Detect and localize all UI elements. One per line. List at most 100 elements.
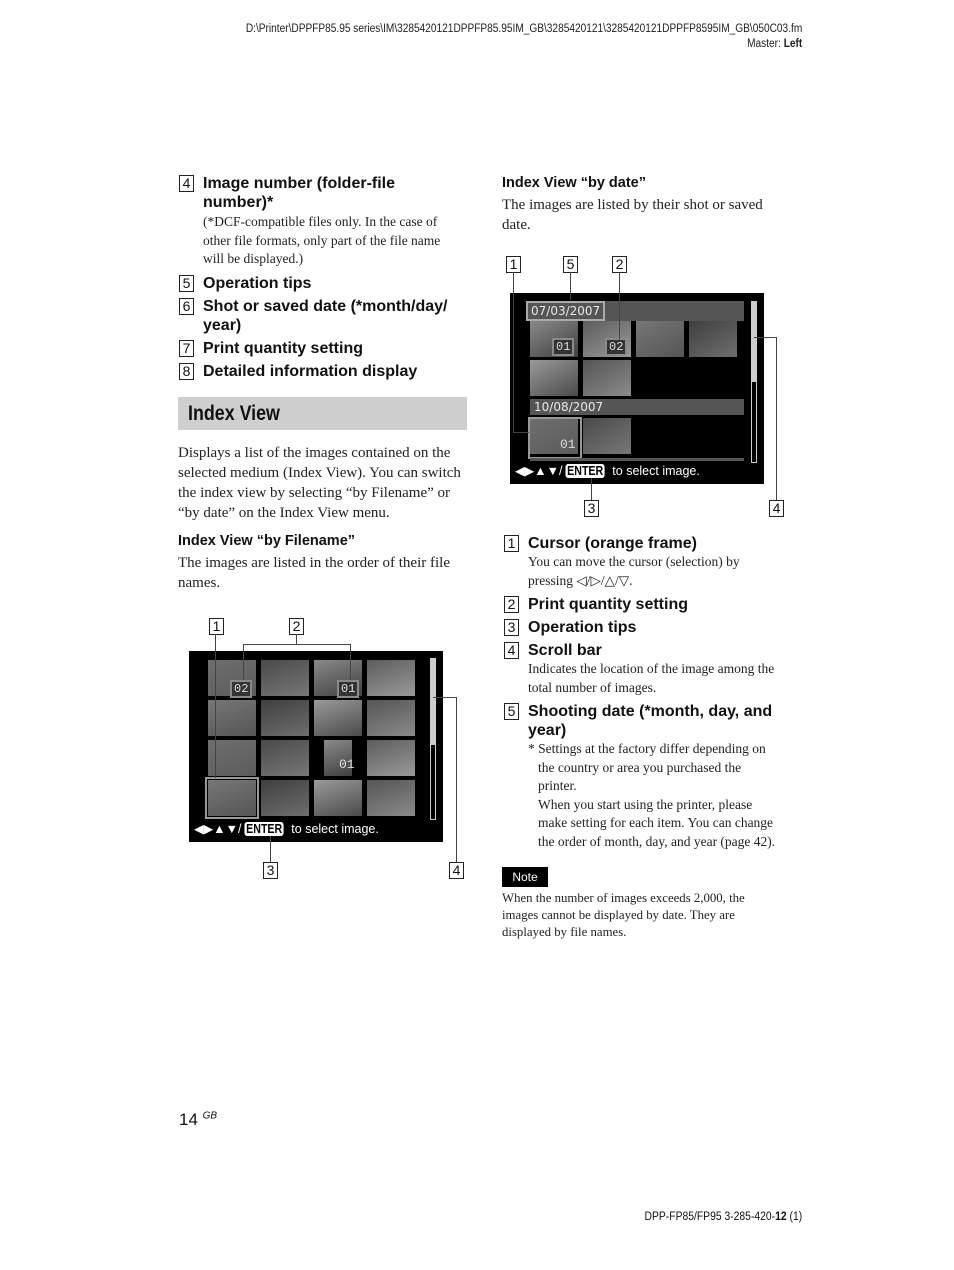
leader-line (619, 272, 620, 340)
thumbnail[interactable] (261, 700, 309, 736)
print-quantity-badge: 02 (230, 680, 253, 698)
item-operation-tips: 3 Operation tips (504, 618, 799, 637)
date-bar-partial (530, 458, 744, 461)
callout-4: 4 (769, 500, 784, 517)
page-number: 14 GB (179, 1110, 218, 1129)
item-scroll-bar: 4 Scroll bar Indicates the location of t… (504, 641, 799, 697)
image-number-label: 01 (339, 757, 355, 772)
item-number-badge: 5 (179, 274, 194, 292)
item-cursor: 1 Cursor (orange frame) You can move the… (504, 534, 799, 590)
print-quantity-badge: 01 (337, 680, 360, 698)
operation-tips: ◀▶▲▼/ENTER to select image. (515, 464, 700, 478)
item-title: Image number (folder-file (203, 175, 396, 192)
item-title-cont: year) (203, 316, 242, 334)
by-filename-heading: Index View “by Filename” (178, 533, 356, 549)
shooting-date: 10/08/2007 (534, 400, 604, 414)
item-desc: Indicates the location of the image amon… (528, 661, 775, 695)
item-desc: (*DCF-compatible files only. In the case… (203, 214, 441, 266)
item-number-badge: 2 (504, 596, 519, 613)
item-print-quantity: 7 Print quantity setting (179, 339, 469, 358)
item-operation-tips: 5 Operation tips (179, 274, 469, 293)
thumbnail[interactable] (314, 780, 362, 816)
scroll-thumb[interactable] (752, 302, 756, 382)
thumbnail[interactable] (583, 360, 631, 396)
thumbnail[interactable] (689, 321, 737, 357)
item-title: Shooting date (*month, day, and (528, 703, 773, 720)
item-title: Operation tips (528, 619, 637, 636)
item-detailed-info: 8 Detailed information display (179, 362, 469, 381)
file-path-header: D:\Printer\DPPFP85.95 series\IM\32854201… (246, 22, 802, 52)
item-number-badge: 7 (179, 339, 194, 357)
callout-5: 5 (563, 256, 578, 273)
item-number-badge: 6 (179, 297, 194, 315)
item-shot-date: 6 Shot or saved date (*month/day/ year) (179, 297, 469, 335)
arrow-keys-icon: ◀▶▲▼/ (515, 464, 563, 478)
leader-line (754, 337, 776, 338)
leader-line (215, 634, 216, 778)
thumbnail[interactable] (367, 780, 415, 816)
master-value: Left (783, 38, 802, 50)
thumbnail[interactable] (261, 740, 309, 776)
thumbnail[interactable] (367, 740, 415, 776)
callout-4: 4 (449, 862, 464, 879)
leader-line (513, 272, 514, 432)
thumbnail[interactable] (261, 660, 309, 696)
item-title: Scroll bar (528, 642, 602, 659)
item-title: Operation tips (203, 274, 312, 292)
item-title: Shot or saved date (*month/day/ (203, 297, 448, 315)
section-header-bar: Index View (178, 397, 467, 430)
item-title: Cursor (orange frame) (528, 535, 697, 552)
callout-1: 1 (209, 618, 224, 635)
item-number-badge: 5 (504, 703, 519, 720)
thumbnail[interactable] (367, 700, 415, 736)
master-line: Master: Left (746, 38, 802, 50)
callout-3: 3 (584, 500, 599, 517)
thumbnail[interactable] (261, 780, 309, 816)
item-print-quantity: 2 Print quantity setting (504, 595, 799, 614)
note-badge: Note (502, 867, 548, 887)
scroll-bar[interactable] (430, 658, 436, 820)
item-number-badge: 8 (179, 362, 194, 380)
section-intro: Displays a list of the images contained … (178, 445, 461, 521)
item-number-badge: 4 (179, 175, 194, 192)
item-number-badge: 4 (504, 642, 519, 659)
item-title: Detailed information display (203, 362, 418, 380)
leader-line (270, 836, 271, 862)
thumbnail[interactable] (583, 418, 631, 454)
item-number-badge: 3 (504, 619, 519, 636)
item-number-badge: 1 (504, 535, 519, 552)
date-bar: 10/08/2007 (530, 399, 744, 415)
index-by-filename-screen: 02 01 01 ◀▶▲▼/ENTER to select image. (189, 651, 443, 842)
leader-line (570, 272, 571, 300)
callout-1: 1 (506, 256, 521, 273)
left-item-list: 4 Image number (folder-file number)* (*D… (179, 174, 469, 381)
thumbnail[interactable] (367, 660, 415, 696)
shooting-date: 07/03/2007 (526, 301, 606, 321)
thumbnail[interactable] (314, 700, 362, 736)
item-title-cont: year) (528, 722, 567, 739)
scroll-thumb[interactable] (431, 659, 435, 746)
leader-line (433, 697, 456, 698)
cursor-frame[interactable] (205, 777, 259, 819)
item-title-cont: number)* (203, 194, 274, 211)
callout-3: 3 (263, 862, 278, 879)
by-date-heading: Index View “by date” (502, 175, 646, 191)
leader-line (776, 337, 777, 500)
item-desc: * Settings at the factory differ dependi… (528, 741, 776, 849)
leader-line (456, 697, 457, 862)
leader-line (513, 432, 529, 433)
item-desc: You can move the cursor (selection) by p… (528, 554, 740, 588)
leader-line (243, 644, 351, 645)
by-date-text: The images are listed by their shot or s… (502, 197, 763, 233)
item-title: Print quantity setting (203, 339, 363, 357)
item-image-number: 4 Image number (folder-file number)* (*D… (179, 174, 469, 269)
thumbnail[interactable] (530, 360, 578, 396)
operation-tips: ◀▶▲▼/ENTER to select image. (194, 822, 379, 836)
thumbnail[interactable] (636, 321, 684, 357)
scroll-bar[interactable] (751, 301, 757, 463)
leader-line (591, 478, 592, 500)
enter-key-icon: ENTER (244, 822, 285, 836)
page-region: GB (202, 1110, 218, 1122)
leader-line (296, 634, 297, 644)
callout-2: 2 (612, 256, 627, 273)
